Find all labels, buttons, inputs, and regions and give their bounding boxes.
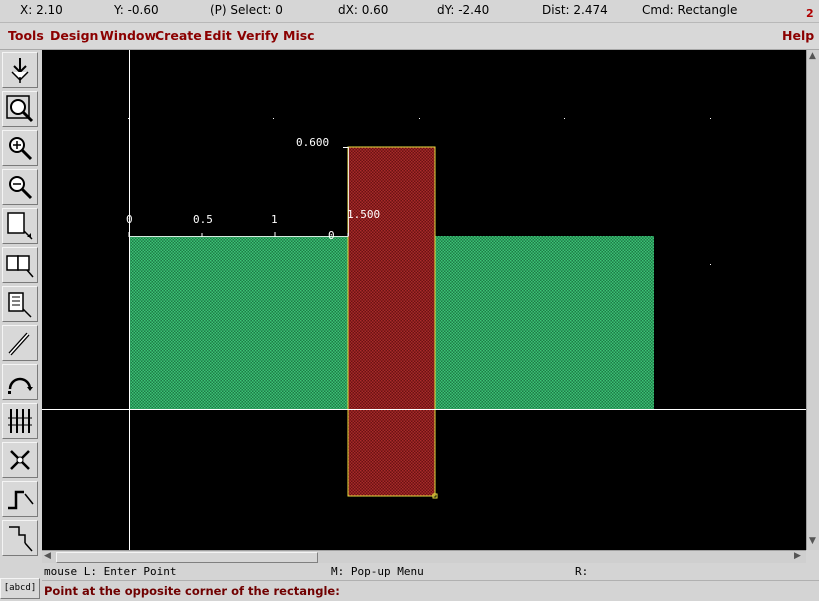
menu-bar: Tools Design Window Create Edit Verify M…	[0, 23, 819, 50]
mouse-left-hint: mouse L: Enter Point	[44, 565, 177, 578]
current-command: Cmd: Rectangle	[642, 3, 738, 17]
rectangle-select-button[interactable]	[2, 208, 38, 244]
two-box-button[interactable]	[2, 247, 38, 283]
vertical-scrollbar[interactable]: ▲ ▼	[806, 50, 819, 550]
zoom-fit-icon	[6, 95, 34, 123]
menu-verify[interactable]: Verify	[237, 28, 279, 43]
tool-palette	[0, 50, 42, 578]
mouse-middle-hint: M: Pop-up Menu	[331, 565, 424, 578]
ruler-label-x1: 1	[271, 213, 278, 226]
zoom-out-button[interactable]	[2, 169, 38, 205]
red-rectangle	[347, 146, 436, 497]
arc-button[interactable]	[2, 364, 38, 400]
polygon-icon	[9, 526, 33, 552]
zoom-in-button[interactable]	[2, 130, 38, 166]
zoom-out-icon	[9, 176, 33, 200]
stack-box-button[interactable]	[2, 286, 38, 322]
ruler-label-y0: 0	[328, 229, 335, 242]
zoom-in-icon	[9, 137, 33, 161]
prompt-bar: Point at the opposite corner of the rect…	[42, 580, 819, 601]
y-coordinate: Y: -0.60	[114, 3, 159, 17]
ruler-label-top: 0.600	[296, 136, 330, 149]
abcd-button[interactable]: [abcd]	[0, 578, 40, 599]
grid-lines-button[interactable]	[2, 403, 38, 439]
scroll-down-icon[interactable]: ▼	[809, 536, 816, 546]
select-tool-button[interactable]	[2, 52, 38, 88]
status-bar: X: 2.10 Y: -0.60 (P) Select: 0 dX: 0.60 …	[0, 0, 819, 23]
ruler-label-x0: 0	[126, 213, 133, 226]
scroll-left-icon[interactable]: ◀	[44, 551, 51, 561]
zoom-fit-button[interactable]	[2, 91, 38, 127]
grid-lines-icon	[8, 409, 32, 433]
distance-value: Dist: 2.474	[542, 3, 608, 17]
probe-pen-button[interactable]	[2, 325, 38, 361]
probe-pen-icon	[8, 332, 30, 356]
dy-value: dY: -2.40	[437, 3, 490, 17]
scroll-up-icon[interactable]: ▲	[809, 51, 816, 61]
mouse-right-hint: R:	[575, 565, 589, 578]
select-arrows-icon	[11, 58, 29, 83]
mouse-button-bar: mouse L: Enter Point M: Pop-up Menu R:	[42, 563, 819, 580]
window-number: 2	[806, 7, 814, 20]
menu-create[interactable]: Create	[155, 28, 202, 43]
polygon-button[interactable]	[2, 520, 38, 556]
stack-box-icon	[8, 292, 32, 318]
wire-step-icon	[8, 490, 34, 510]
scroll-right-icon[interactable]: ▶	[794, 551, 801, 561]
ruler-label-x15: 1.500	[347, 208, 381, 221]
prompt-text: Point at the opposite corner of the rect…	[44, 584, 340, 598]
dx-value: dX: 0.60	[338, 3, 389, 17]
menu-window[interactable]: Window	[100, 28, 156, 43]
select-count: (P) Select: 0	[210, 3, 283, 17]
move-cross-icon	[10, 450, 30, 470]
ruler-label-x05: 0.5	[193, 213, 213, 226]
move-cross-button[interactable]	[2, 442, 38, 478]
horizontal-scrollbar[interactable]: ◀ ▶	[42, 550, 806, 563]
menu-tools[interactable]: Tools	[8, 28, 44, 43]
arc-icon	[8, 377, 33, 394]
menu-edit[interactable]: Edit	[204, 28, 232, 43]
layout-canvas[interactable]: 0.600 0 0.5 1 1.500 0	[42, 50, 806, 550]
two-box-icon	[6, 255, 34, 278]
wire-step-button[interactable]	[2, 481, 38, 517]
x-coordinate: X: 2.10	[20, 3, 63, 17]
menu-design[interactable]: Design	[50, 28, 98, 43]
layout-drawing	[42, 50, 806, 550]
horizontal-scroll-thumb[interactable]	[56, 552, 318, 563]
menu-misc[interactable]: Misc	[283, 28, 315, 43]
menu-help[interactable]: Help	[782, 28, 814, 43]
rectangle-select-icon	[7, 212, 33, 240]
